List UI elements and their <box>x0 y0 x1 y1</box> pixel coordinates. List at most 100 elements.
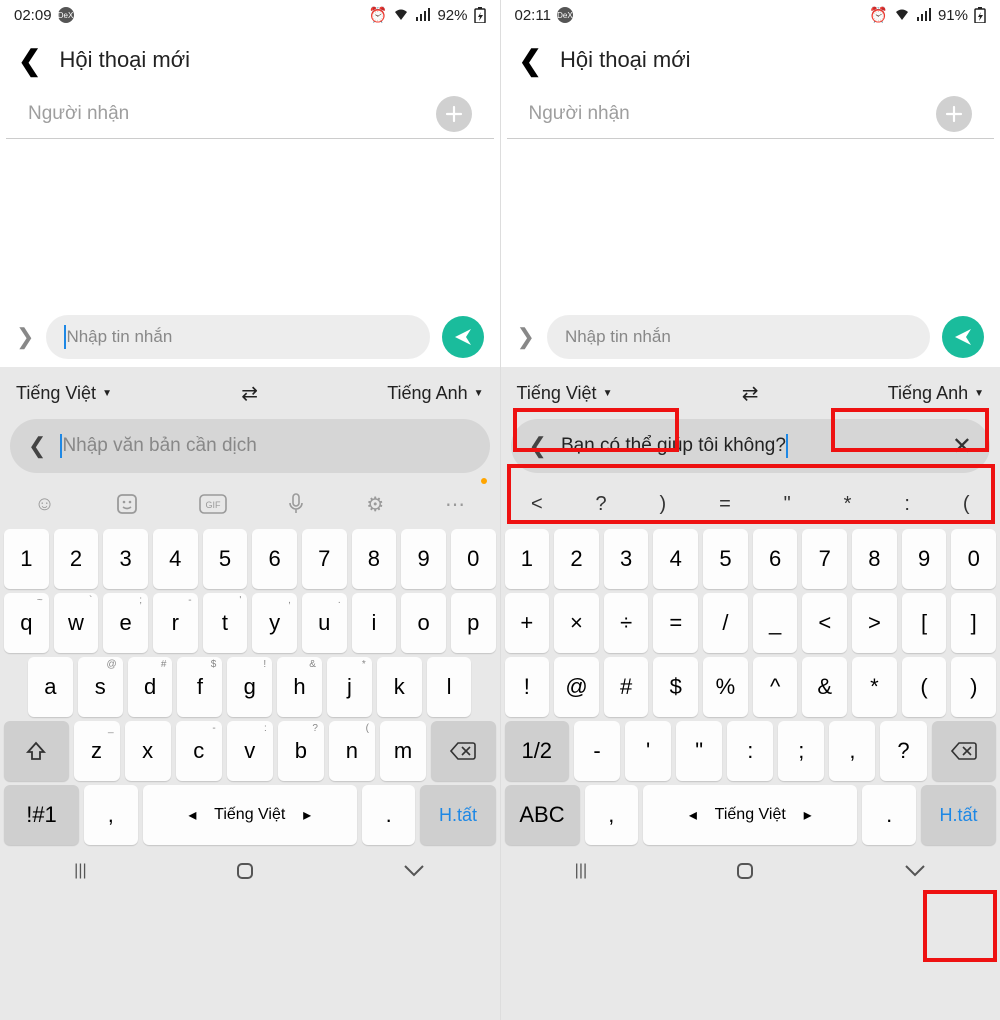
key-#[interactable]: # <box>604 657 649 717</box>
key-=[interactable]: = <box>653 593 698 653</box>
translate-input-bar[interactable]: ❮ Nhập văn bản cần dịch <box>10 419 490 473</box>
key-b[interactable]: ?b <box>278 721 324 781</box>
collapse-translate-icon[interactable]: ❮ <box>28 433 46 459</box>
shift-key[interactable] <box>4 721 69 781</box>
key-@[interactable]: @ <box>554 657 599 717</box>
recipient-row[interactable]: Người nhận <box>507 90 995 139</box>
key-a[interactable]: a <box>28 657 73 717</box>
key-d[interactable]: #d <box>128 657 173 717</box>
key-t[interactable]: 't <box>203 593 248 653</box>
target-language-button[interactable]: Tiếng Anh▼ <box>387 383 483 404</box>
add-recipient-button[interactable] <box>936 96 972 132</box>
key-3[interactable]: 3 <box>103 529 148 589</box>
key-6[interactable]: 6 <box>252 529 297 589</box>
backspace-key[interactable] <box>431 721 496 781</box>
period-key[interactable]: . <box>362 785 416 845</box>
abc-mode-key[interactable]: ABC <box>505 785 580 845</box>
symbol-suggestion[interactable]: ? <box>596 493 607 516</box>
key-8[interactable]: 8 <box>352 529 397 589</box>
symbol-suggestion[interactable]: < <box>531 493 543 516</box>
key-p[interactable]: p <box>451 593 496 653</box>
key-w[interactable]: `w <box>54 593 99 653</box>
key-&[interactable]: & <box>802 657 847 717</box>
key-7[interactable]: 7 <box>802 529 847 589</box>
key-x[interactable]: x <box>125 721 171 781</box>
key-6[interactable]: 6 <box>753 529 798 589</box>
send-button[interactable] <box>442 316 484 358</box>
symbol-suggestion[interactable]: " <box>784 493 791 516</box>
key-×[interactable]: × <box>554 593 599 653</box>
add-recipient-button[interactable] <box>436 96 472 132</box>
key-7[interactable]: 7 <box>302 529 347 589</box>
period-key[interactable]: . <box>862 785 916 845</box>
key[interactable]: ' <box>625 721 671 781</box>
key-l[interactable]: l <box>427 657 472 717</box>
symbols-mode-key[interactable]: !#1 <box>4 785 79 845</box>
key-m[interactable]: m <box>380 721 426 781</box>
key-*[interactable]: * <box>852 657 897 717</box>
home-button[interactable] <box>735 861 755 881</box>
key-5[interactable]: 5 <box>703 529 748 589</box>
target-language-button[interactable]: Tiếng Anh▼ <box>888 383 984 404</box>
key-)[interactable]: ) <box>951 657 996 717</box>
gif-icon[interactable]: GIF <box>199 494 227 514</box>
swap-languages-button[interactable]: ⇄ <box>241 381 258 406</box>
more-icon[interactable]: ⋯ <box>445 492 465 517</box>
key-[[interactable]: [ <box>902 593 947 653</box>
space-key[interactable]: ◂ Tiếng Việt ▸ <box>143 785 357 845</box>
emoji-icon[interactable]: ☺ <box>34 493 54 516</box>
swap-languages-button[interactable]: ⇄ <box>742 381 759 406</box>
recipient-row[interactable]: Người nhận <box>6 90 494 139</box>
home-button[interactable] <box>235 861 255 881</box>
key-r[interactable]: -r <box>153 593 198 653</box>
key-h[interactable]: &h <box>277 657 322 717</box>
expand-icon[interactable]: ❯ <box>517 324 535 350</box>
message-input[interactable]: Nhập tin nhắn <box>46 315 429 359</box>
key-8[interactable]: 8 <box>852 529 897 589</box>
back-button[interactable]: ❮ <box>18 44 41 77</box>
comma-key[interactable]: , <box>84 785 138 845</box>
key-q[interactable]: ~q <box>4 593 49 653</box>
symbols-page-key[interactable]: 1/2 <box>505 721 570 781</box>
key-0[interactable]: 0 <box>451 529 496 589</box>
key-5[interactable]: 5 <box>203 529 248 589</box>
key-u[interactable]: .u <box>302 593 347 653</box>
key-![interactable]: ! <box>505 657 550 717</box>
key-0[interactable]: 0 <box>951 529 996 589</box>
key[interactable]: ; <box>778 721 824 781</box>
sticker-icon[interactable] <box>116 493 138 515</box>
key-2[interactable]: 2 <box>54 529 99 589</box>
key-z[interactable]: _z <box>74 721 120 781</box>
source-language-button[interactable]: Tiếng Việt▼ <box>16 383 112 404</box>
key-/[interactable]: / <box>703 593 748 653</box>
key-i[interactable]: i <box>352 593 397 653</box>
key-f[interactable]: $f <box>177 657 222 717</box>
key-([interactable]: ( <box>902 657 947 717</box>
key-%[interactable]: % <box>703 657 748 717</box>
key-n[interactable]: (n <box>329 721 375 781</box>
key-9[interactable]: 9 <box>401 529 446 589</box>
key-c[interactable]: -c <box>176 721 222 781</box>
key-÷[interactable]: ÷ <box>604 593 649 653</box>
symbol-suggestion[interactable]: ( <box>963 493 970 516</box>
key[interactable]: - <box>574 721 620 781</box>
key-+[interactable]: + <box>505 593 550 653</box>
translate-input-bar[interactable]: ❮ Bạn có thể giúp tôi không? ✕ <box>511 419 991 473</box>
expand-icon[interactable]: ❯ <box>16 324 34 350</box>
key-k[interactable]: k <box>377 657 422 717</box>
key-_[interactable]: _ <box>753 593 798 653</box>
source-language-button[interactable]: Tiếng Việt▼ <box>517 383 613 404</box>
send-button[interactable] <box>942 316 984 358</box>
recents-button[interactable]: ||| <box>74 862 86 880</box>
backspace-key[interactable] <box>932 721 997 781</box>
clear-translate-icon[interactable]: ✕ <box>952 432 972 461</box>
mic-icon[interactable] <box>287 493 305 515</box>
done-key[interactable]: H.tất <box>420 785 495 845</box>
back-button[interactable]: ❮ <box>519 44 542 77</box>
key[interactable]: ? <box>880 721 926 781</box>
key-s[interactable]: @s <box>78 657 123 717</box>
key-1[interactable]: 1 <box>505 529 550 589</box>
symbol-suggestion[interactable]: : <box>904 493 910 516</box>
recents-button[interactable]: ||| <box>575 862 587 880</box>
key-$[interactable]: $ <box>653 657 698 717</box>
